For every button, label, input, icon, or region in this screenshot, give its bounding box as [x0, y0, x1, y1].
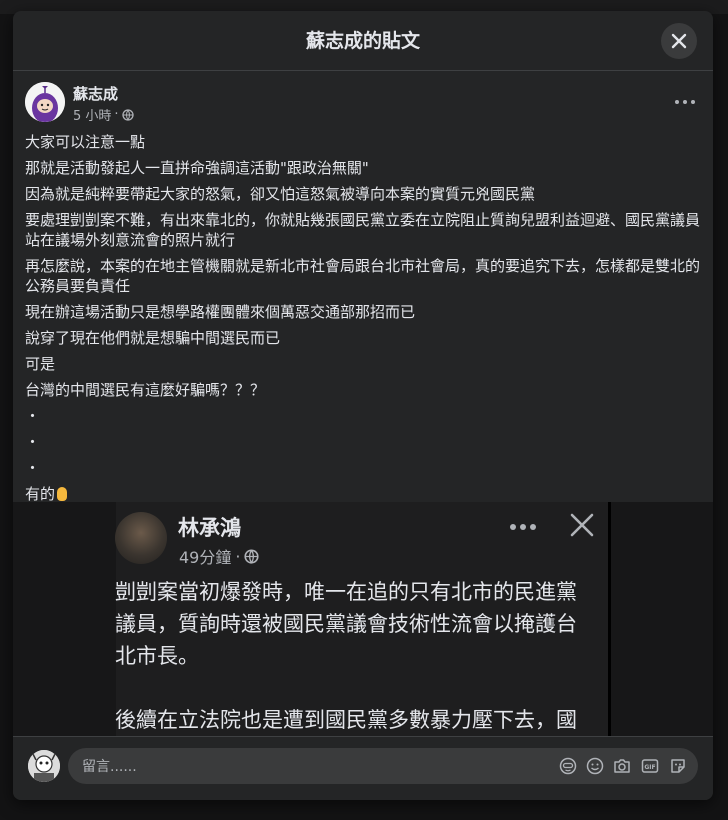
post-content[interactable]: 蘇志成 5 小時 · 大家可以注意一點 那就是活動發起人一直拼命強調這活動"跟政…: [13, 72, 713, 736]
embedded-post-text: 剴剴案當初爆發時，唯一在追的只有北市的民進黨議員，質詢時還被國民黨議會技術性流會…: [115, 576, 595, 736]
post-line: 台灣的中間選民有這麼好騙嗎？？？: [25, 381, 266, 399]
post-more-options-button[interactable]: [669, 86, 701, 118]
post-line: ・: [25, 459, 41, 477]
embedded-post-time: 49分鐘: [179, 548, 232, 567]
svg-text:GIF: GIF: [644, 764, 655, 771]
embedded-meta-separator: ·: [235, 546, 241, 566]
post-time[interactable]: 5 小時: [73, 105, 111, 124]
globe-icon: [121, 108, 134, 121]
post-image[interactable]: 林承鴻 49分鐘 · 剴剴案當初爆發時，唯一在追的只有北市的民進黨議員，質詢時還…: [13, 502, 713, 736]
embedded-author-name: 林承鴻: [178, 516, 241, 540]
my-avatar[interactable]: [28, 750, 60, 782]
close-button[interactable]: [661, 23, 697, 59]
post-last-line: 有的: [25, 484, 705, 504]
post-line: ・: [25, 407, 41, 425]
post-line: 可是: [25, 355, 56, 373]
post-line: 說穿了現在他們就是想騙中間選民而已: [25, 329, 281, 347]
author-avatar[interactable]: [25, 82, 65, 122]
dialog-title: 蘇志成的貼文: [305, 30, 420, 52]
comment-input[interactable]: [80, 748, 544, 786]
post-line: 因為就是純粹要帶起大家的怒氣，卻又怕這怒氣被導向本案的實質元兇國民黨: [25, 185, 536, 203]
image-edge: [608, 502, 611, 736]
post-line: ・: [25, 433, 41, 451]
post-line: 要處理剴剴案不難，有出來靠北的，你就貼幾張國民黨立委在立院阻止質詢兒盟利益迴避、…: [25, 211, 701, 249]
emoji-icon[interactable]: [585, 756, 605, 776]
globe-icon: [244, 548, 260, 564]
post-line: 大家可以注意一點: [25, 133, 146, 151]
comment-input-box[interactable]: GIF: [68, 748, 698, 786]
meta-separator: ·: [114, 107, 119, 122]
avatar-sticker-icon[interactable]: [558, 756, 578, 776]
comment-bar: GIF: [13, 736, 713, 800]
last-line-text: 有的: [25, 485, 56, 503]
post-line: 那就是活動發起人一直拼命強調這活動"跟政治無關": [25, 159, 369, 177]
embedded-post-meta: 49分鐘 ·: [179, 544, 260, 568]
post-line: 再怎麼說，本案的在地主管機關就是新北市社會局跟台北市社會局，真的要追究下去，怎樣…: [25, 257, 701, 295]
dialog-header: 蘇志成的貼文: [13, 11, 713, 71]
author-name[interactable]: 蘇志成: [73, 83, 118, 104]
post-dialog: 蘇志成的貼文 蘇志成 5 小時 · 大家可以注意一點 那就是活動發起人一直拼命強…: [13, 11, 713, 800]
gif-icon[interactable]: GIF: [640, 756, 660, 776]
ok-hand-emoji: [57, 487, 68, 501]
embedded-author-avatar: [115, 512, 167, 564]
more-dot: [691, 100, 695, 104]
embedded-close-icon: [570, 513, 594, 537]
post-line: 現在辦這場活動只是想學路權團體來個萬惡交通部那招而已: [25, 303, 416, 321]
close-icon: [671, 33, 687, 49]
more-dot: [675, 100, 679, 104]
post-text: 大家可以注意一點 那就是活動發起人一直拼命強調這活動"跟政治無關" 因為就是純粹…: [25, 132, 705, 510]
post-meta: 5 小時 ·: [73, 105, 134, 124]
embedded-more-icon: [510, 524, 538, 532]
sticker-icon[interactable]: [668, 756, 688, 776]
embedded-paragraph: 剴剴案當初爆發時，唯一在追的只有北市的民進黨議員，質詢時還被國民黨議會技術性流會…: [115, 580, 577, 668]
more-dot: [683, 100, 687, 104]
embedded-paragraph: 後續在立法院也是遭到國民黨多數暴力壓下去，國: [115, 708, 577, 732]
camera-icon[interactable]: [612, 756, 632, 776]
